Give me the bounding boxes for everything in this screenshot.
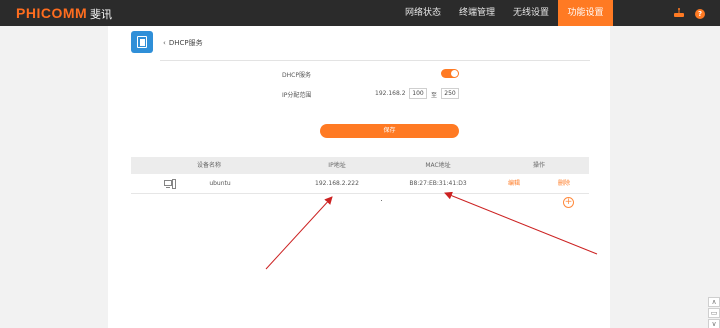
chevron-left-icon: ‹ — [163, 39, 166, 47]
nav-device-management[interactable]: 终端管理 — [452, 0, 502, 26]
device-name: ubuntu — [209, 180, 231, 187]
help-icon[interactable]: ? — [695, 9, 705, 19]
scroll-up-button[interactable]: ∧ — [708, 297, 720, 307]
dhcp-service-icon — [131, 31, 153, 53]
scroll-down-button[interactable]: ∨ — [708, 319, 720, 328]
ip-end-input[interactable]: 250 — [441, 88, 459, 99]
ip-start-input[interactable]: 100 — [409, 88, 427, 99]
device-ip: 192.168.2.222 — [315, 180, 359, 187]
nav-function-settings[interactable]: 功能设置 — [558, 0, 613, 26]
table-header: 设备名称 IP地址 MAC地址 操作 — [131, 157, 589, 174]
device-mac: B8:27:EB:31:41:D3 — [409, 180, 467, 187]
delete-link[interactable]: 删除 — [558, 174, 570, 194]
toggle-knob — [451, 70, 458, 77]
ip-prefix: 192.168.2 — [375, 90, 406, 97]
brand-logo-cn: 斐讯 — [90, 8, 112, 21]
brand-logo: PHICOMM — [16, 5, 88, 21]
col-mac-address: MAC地址 — [425, 162, 451, 169]
save-button[interactable]: 保存 — [320, 124, 459, 138]
add-device-button[interactable]: + — [563, 197, 574, 208]
router-icon[interactable] — [674, 8, 684, 17]
computer-icon — [164, 179, 176, 189]
page-title: DHCP服务 — [168, 39, 203, 47]
back-link[interactable]: ‹ DHCP服务 — [163, 38, 203, 48]
divider — [160, 60, 590, 61]
nav-wireless-settings[interactable]: 无线设置 — [506, 0, 556, 26]
col-device-name: 设备名称 — [196, 162, 222, 169]
ip-range-label: IP分配范围 — [282, 92, 312, 99]
ip-range-to: 至 — [431, 92, 438, 99]
stray-dot — [381, 200, 382, 201]
edit-link[interactable]: 编辑 — [508, 174, 520, 194]
dhcp-service-label: DHCP服务 — [282, 72, 311, 79]
feedback-button[interactable]: ▭ — [708, 308, 720, 318]
top-navigation-bar: PHICOMM 斐讯 网络状态 终端管理 无线设置 功能设置 ? — [0, 0, 720, 26]
table-row: ubuntu 192.168.2.222 B8:27:EB:31:41:D3 编… — [131, 174, 589, 194]
col-ip-address: IP地址 — [328, 162, 346, 169]
nav-network-status[interactable]: 网络状态 — [398, 0, 448, 26]
dhcp-toggle[interactable] — [441, 69, 459, 78]
col-actions: 操作 — [532, 162, 546, 169]
